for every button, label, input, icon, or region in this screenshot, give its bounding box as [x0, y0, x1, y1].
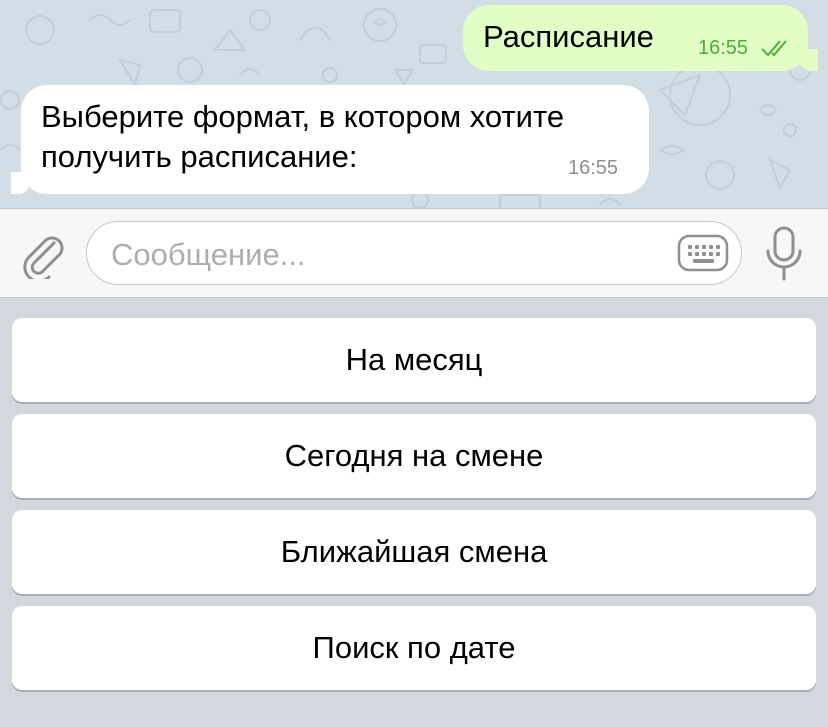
- reply-button-month[interactable]: На месяц: [12, 318, 816, 402]
- chat-area: Расписание 16:55 Выберите формат, в кото…: [0, 0, 828, 208]
- reply-button-next-shift[interactable]: Ближайшая смена: [12, 510, 816, 594]
- incoming-message-text: Выберите формат, в котором хотите получи…: [41, 99, 565, 174]
- outgoing-message[interactable]: Расписание 16:55: [463, 5, 828, 71]
- reply-button-search-by-date[interactable]: Поиск по дате: [12, 606, 816, 690]
- paperclip-icon[interactable]: [20, 231, 68, 279]
- reply-button-today-on-shift[interactable]: Сегодня на смене: [12, 414, 816, 498]
- outgoing-message-text: Расписание: [483, 19, 654, 54]
- read-double-check-icon: [761, 40, 787, 57]
- message-input-bar: Сообщение...: [0, 208, 828, 298]
- keyboard-icon[interactable]: [677, 233, 729, 273]
- message-input-placeholder: Сообщение...: [111, 237, 306, 272]
- reply-keyboard: На месяц Сегодня на смене Ближайшая смен…: [0, 298, 828, 727]
- message-input[interactable]: Сообщение...: [86, 221, 742, 285]
- incoming-message-time: 16:55: [568, 157, 619, 179]
- microphone-icon[interactable]: [764, 225, 804, 283]
- outgoing-message-time: 16:55: [698, 37, 749, 59]
- incoming-message[interactable]: Выберите формат, в котором хотите получи…: [0, 85, 649, 194]
